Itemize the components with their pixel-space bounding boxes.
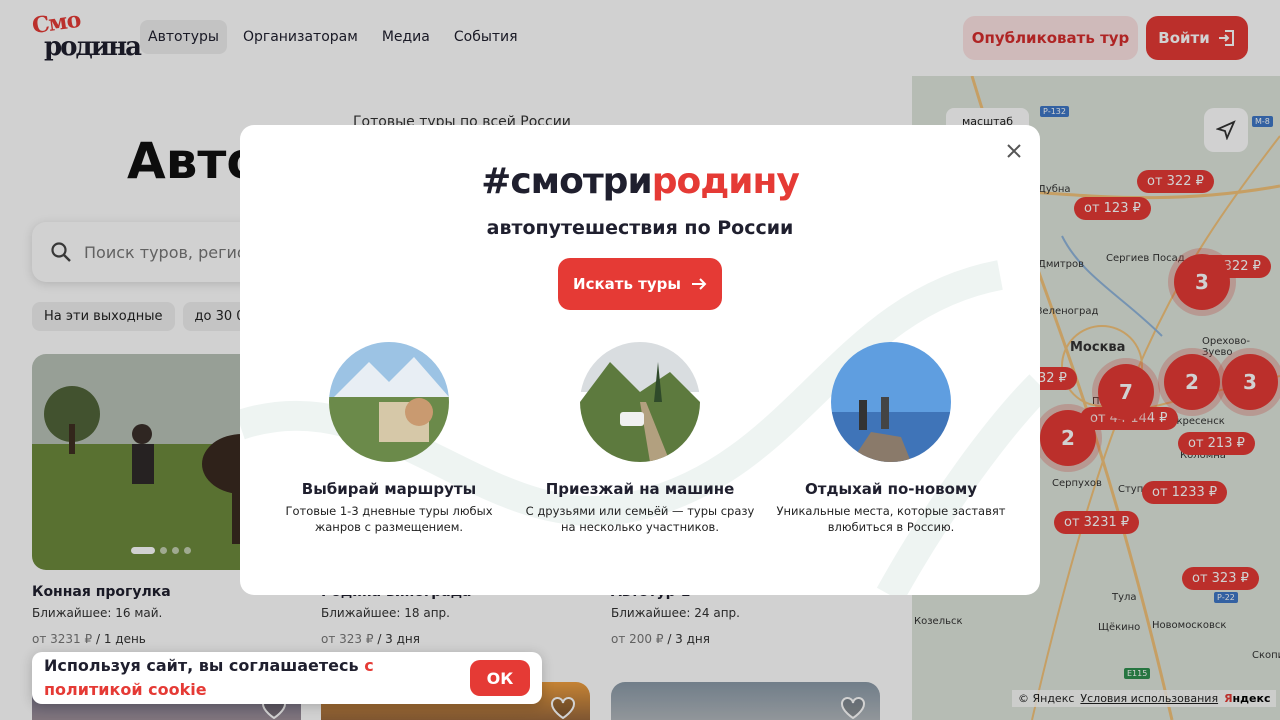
feature-image <box>831 342 951 462</box>
feature-desc: С друзьями или семьёй — туры сразу на не… <box>525 504 755 534</box>
cookie-ok-button[interactable]: ОК <box>470 660 530 696</box>
cookie-banner: Используя сайт, вы соглашаетесь с полити… <box>32 652 542 704</box>
cookie-text: Используя сайт, вы соглашаетесь с полити… <box>44 656 374 699</box>
feature-title: Выбирай маршруты <box>301 480 477 498</box>
search-tours-button[interactable]: Искать туры <box>558 258 722 310</box>
feature-title: Отдыхай по-новому <box>804 480 978 498</box>
feature-desc: Уникальные места, которые заставят влюби… <box>776 504 1006 534</box>
welcome-modal: #смотриродину автопутешествия по России … <box>240 125 1040 595</box>
feature-image <box>580 342 700 462</box>
feature-desc: Готовые 1-3 дневные туры любых жанров с … <box>285 504 493 534</box>
close-icon[interactable] <box>1004 141 1024 161</box>
feature-car: Приезжай на машине С друзьями или семьёй… <box>520 342 760 535</box>
feature-new: Отдыхай по-новому Уникальные места, кото… <box>771 342 1011 535</box>
modal-subtitle: автопутешествия по России <box>486 217 794 239</box>
search-tours-label: Искать туры <box>573 275 681 293</box>
modal-title: #смотриродину <box>481 161 800 202</box>
feature-title: Приезжай на машине <box>545 480 735 498</box>
feature-image <box>329 342 449 462</box>
arrow-right-icon <box>691 278 707 290</box>
feature-routes: Выбирай маршруты Готовые 1-3 дневные тур… <box>269 342 509 535</box>
